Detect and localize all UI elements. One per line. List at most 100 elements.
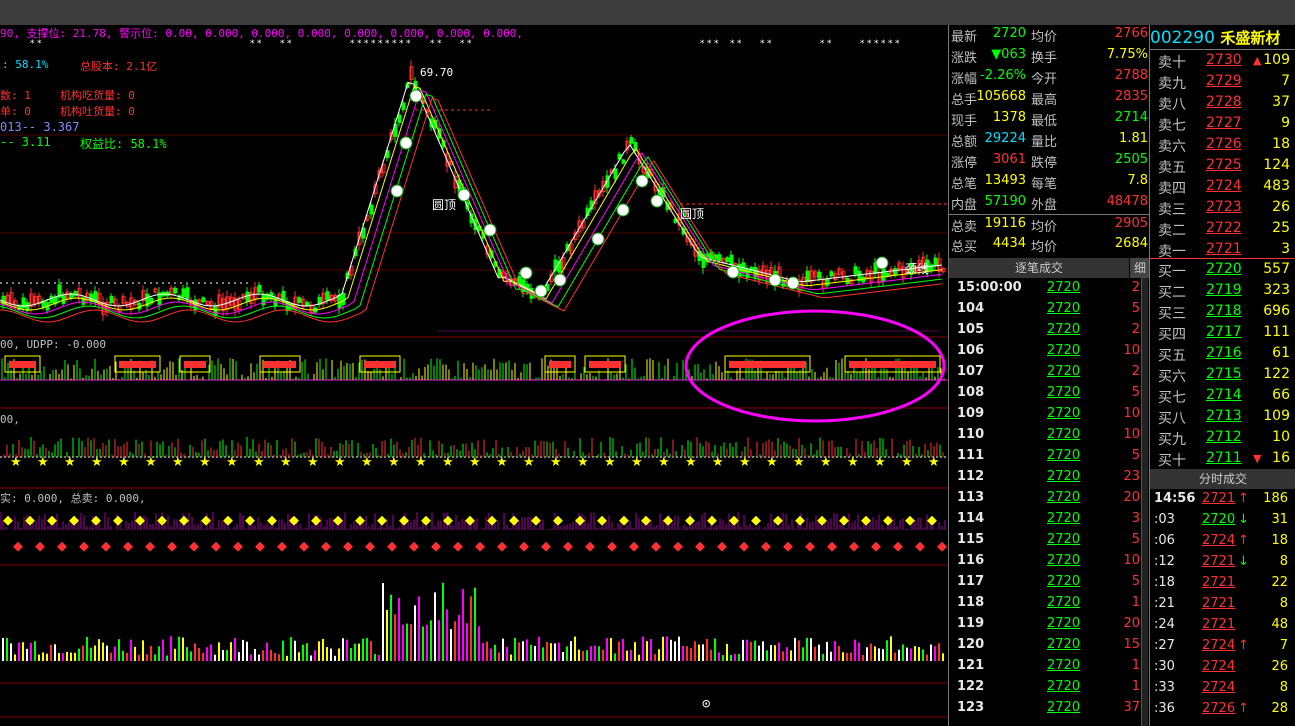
trade-time: :24 (1154, 617, 1175, 632)
ask-row[interactable]: 卖七 2727 9 (1150, 114, 1295, 135)
diamond-marker (937, 541, 947, 552)
star-icon: ★ (253, 455, 265, 470)
signal-fill (849, 361, 936, 368)
tick-row[interactable]: 119 2720 20 (949, 614, 1142, 635)
candle-body (933, 257, 938, 267)
diamond-marker (113, 515, 123, 526)
volume-bar (586, 650, 588, 661)
volume-bar (730, 654, 732, 661)
tick-row[interactable]: 121 2720 1 (949, 656, 1142, 677)
time-trade-row[interactable]: :18 2721 22 (1150, 573, 1295, 594)
tick-time: 107 (957, 364, 985, 379)
tick-time: 116 (957, 553, 985, 568)
star-marker: * (874, 39, 879, 49)
volume-bar (246, 641, 248, 661)
time-trade-row[interactable]: :06 2724 ↑ 18 (1150, 531, 1295, 552)
trade-time: :36 (1154, 701, 1175, 716)
tick-row[interactable]: 116 2720 10 (949, 551, 1142, 572)
time-trade-row[interactable]: :24 2721 48 (1150, 615, 1295, 636)
tick-row[interactable]: 114 2720 3 (949, 509, 1142, 530)
volume-bar (590, 646, 592, 661)
tick-row[interactable]: 115 2720 5 (949, 530, 1142, 551)
bid-row[interactable]: 买九 2712 10 (1150, 428, 1295, 449)
bid-row[interactable]: 买四 2717 111 (1150, 323, 1295, 344)
kline-chart-area[interactable]: ★ ★ ★ ★ ★ ★ ★ ★ ★ ★ ★ ★ ★ ★ ★ ★ ★ ★ ★ ★ ★ ★ ★ ★ ★ ★ ★ ★ ★ ★ ★ ★ ★ ★ ★ * * * *… (0, 25, 948, 726)
time-trade-row[interactable]: :12 2721 ↓ 8 (1150, 552, 1295, 573)
ask-row[interactable]: 卖九 2729 7 (1150, 72, 1295, 93)
tick-row[interactable]: 108 2720 5 (949, 383, 1142, 404)
star-icon: ★ (37, 455, 49, 470)
candle-body (325, 291, 330, 301)
tick-row[interactable]: 113 2720 20 (949, 488, 1142, 509)
volume-bar (538, 636, 540, 661)
volume-bar (502, 638, 504, 661)
tick-row[interactable]: 117 2720 5 (949, 572, 1142, 593)
volume-bar (230, 642, 232, 661)
tick-row[interactable]: 111 2720 5 (949, 446, 1142, 467)
diamond-marker (233, 541, 243, 552)
time-trade-row[interactable]: :30 2724 26 (1150, 657, 1295, 678)
ask-volume: 7 (1281, 73, 1290, 89)
star-marker: * (827, 39, 832, 49)
diamond-marker (673, 541, 683, 552)
bid-row[interactable]: 买五 2716 61 (1150, 344, 1295, 365)
detail-tab[interactable]: 细 (1130, 258, 1150, 278)
bid-row[interactable]: 买二 2719 323 (1150, 281, 1295, 302)
volume-bar (270, 649, 272, 661)
time-trade-row[interactable]: :33 2724 8 (1150, 678, 1295, 699)
bid-row[interactable]: 买八 2713 109 (1150, 407, 1295, 428)
ask-row[interactable]: 卖三 2723 26 (1150, 198, 1295, 219)
star-icon: ★ (145, 455, 157, 470)
time-trade-row[interactable]: :21 2721 8 (1150, 594, 1295, 615)
candle-body (369, 204, 374, 215)
stock-name: 禾盛新材 (1220, 29, 1281, 47)
ask-row[interactable]: 卖十 2730 ▲ 109 (1150, 51, 1295, 72)
bid-row[interactable]: 买十 2711 ▼ 16 (1150, 449, 1295, 470)
volume-bar (774, 645, 776, 661)
ask-row[interactable]: 卖六 2726 18 (1150, 135, 1295, 156)
ask-row[interactable]: 卖五 2725 124 (1150, 156, 1295, 177)
diamond-marker (189, 541, 199, 552)
arrow-up-icon: ↑ (1238, 533, 1249, 548)
quote-label: 涨幅 (951, 72, 978, 87)
time-trade-row[interactable]: :03 2720 ↓ 31 (1150, 510, 1295, 531)
time-trade-row[interactable]: :27 2724 ↑ 7 (1150, 636, 1295, 657)
tick-price: 2720 (1047, 364, 1081, 379)
time-trade-row[interactable]: :36 2726 ↑ 28 (1150, 699, 1295, 720)
diamond-marker (321, 541, 331, 552)
star-marker: * (737, 39, 742, 49)
diamond-marker (761, 541, 771, 552)
tick-row[interactable]: 109 2720 10 (949, 404, 1142, 425)
tick-row[interactable]: 107 2720 2 (949, 362, 1142, 383)
ask-row[interactable]: 卖四 2724 483 (1150, 177, 1295, 198)
tick-row[interactable]: 123 2720 37 (949, 698, 1142, 719)
smiley-icon (409, 89, 423, 103)
tick-row[interactable]: 106 2720 10 (949, 341, 1142, 362)
tick-scrollbar[interactable] (1141, 278, 1148, 726)
bid-row[interactable]: 买三 2718 696 (1150, 302, 1295, 323)
volume-bar (622, 638, 624, 661)
volume-bar (506, 646, 508, 661)
ask-row[interactable]: 卖八 2728 37 (1150, 93, 1295, 114)
bid-row[interactable]: 买一 2720 557 (1150, 260, 1295, 281)
tick-row[interactable]: 105 2720 2 (949, 320, 1142, 341)
tick-row[interactable]: 104 2720 5 (949, 299, 1142, 320)
tick-row[interactable]: 122 2720 1 (949, 677, 1142, 698)
bid-row[interactable]: 买六 2715 122 (1150, 365, 1295, 386)
tick-row[interactable]: 110 2720 10 (949, 425, 1142, 446)
bid-volume: 61 (1272, 345, 1290, 361)
tick-volume: 5 (1131, 301, 1140, 316)
quote-label: 内盘 (951, 198, 978, 213)
tick-row[interactable]: 15:00:00 2720 2 (949, 278, 1142, 299)
bid-row[interactable]: 买七 2714 66 (1150, 386, 1295, 407)
tick-row[interactable]: 120 2720 15 (949, 635, 1142, 656)
volume-bar (350, 647, 352, 661)
tick-time: 111 (957, 448, 985, 463)
volume-bar (222, 650, 224, 661)
tick-row[interactable]: 118 2720 1 (949, 593, 1142, 614)
star-marker: * (767, 39, 772, 49)
ask-row[interactable]: 卖二 2722 25 (1150, 219, 1295, 240)
tick-row[interactable]: 112 2720 23 (949, 467, 1142, 488)
time-trade-row[interactable]: 14:56 2721 ↑ 186 (1150, 489, 1295, 510)
volume-bar (606, 637, 608, 661)
